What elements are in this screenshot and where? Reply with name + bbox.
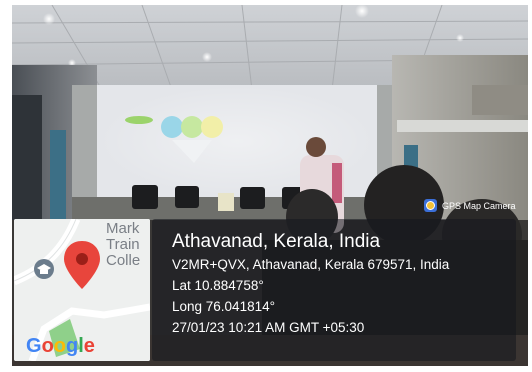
map-label: Train bbox=[106, 236, 140, 253]
location-latitude: Lat 10.884758° bbox=[172, 278, 264, 293]
window bbox=[472, 85, 528, 115]
location-address: V2MR+QVX, Athavanad, Kerala 679571, Indi… bbox=[172, 257, 450, 272]
gps-map-camera-icon bbox=[424, 199, 437, 212]
location-info: Athavanad, Kerala, India V2MR+QVX, Athav… bbox=[172, 230, 449, 338]
google-logo: Google bbox=[26, 335, 95, 357]
location-timestamp: 27/01/23 10:21 AM GMT +05:30 bbox=[172, 320, 365, 335]
map-label: Colle bbox=[106, 252, 141, 269]
badge-label: GPS Map Camera bbox=[442, 200, 516, 211]
ceiling-light bbox=[43, 13, 55, 25]
projected-graphic bbox=[181, 116, 203, 138]
mini-map[interactable]: Mark Train Colle Google bbox=[14, 219, 150, 361]
speaker-head bbox=[306, 137, 326, 157]
photo-frame: Mark Train Colle Google GPS Map Camera A… bbox=[0, 0, 532, 372]
projected-graphic bbox=[201, 116, 223, 138]
gps-map-camera-badge: GPS Map Camera bbox=[424, 199, 516, 212]
wall-panel bbox=[50, 130, 66, 220]
ceiling-light bbox=[202, 52, 212, 62]
ceiling-light bbox=[456, 34, 464, 42]
projected-graphic bbox=[125, 116, 153, 124]
map-label: Mark bbox=[106, 220, 140, 237]
location-longitude: Long 76.041814° bbox=[172, 299, 275, 314]
wall-shelf bbox=[397, 120, 528, 132]
projected-graphic bbox=[161, 116, 183, 138]
speaker-sash bbox=[332, 163, 342, 203]
location-title: Athavanad, Kerala, India bbox=[172, 231, 381, 252]
white-chair bbox=[218, 193, 234, 211]
